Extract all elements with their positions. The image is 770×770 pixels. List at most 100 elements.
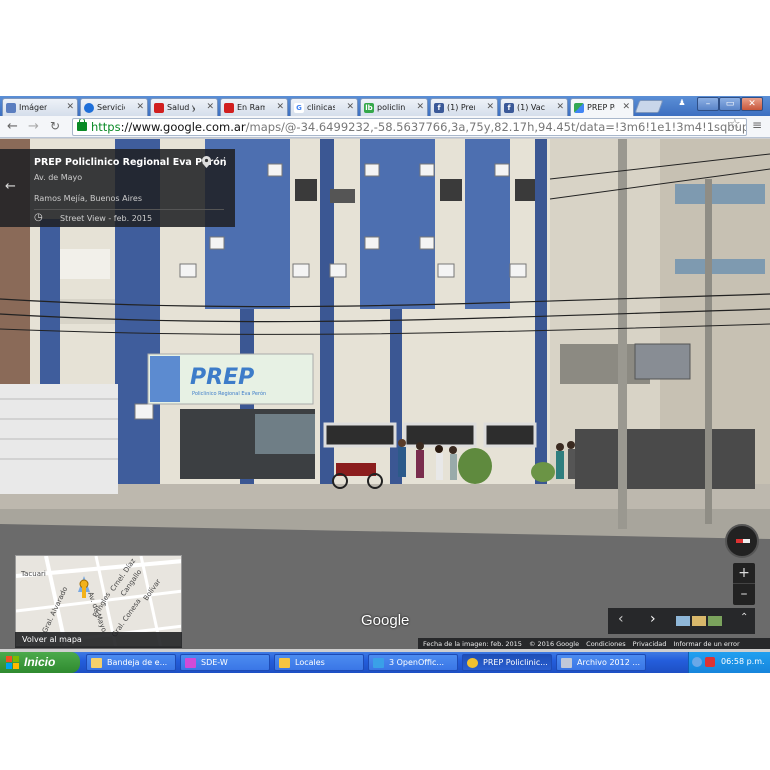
- back-arrow-icon[interactable]: ←: [7, 119, 18, 134]
- taskbar-label: Locales: [295, 658, 325, 667]
- close-tab-icon[interactable]: ✕: [346, 102, 354, 112]
- tab-facebook-2[interactable]: f (1) Vac ✕: [500, 98, 568, 116]
- windows-taskbar: Inicio Bandeja de e... SDE-W Locales 3 O…: [0, 652, 770, 673]
- map-label-tacuari: Tacuari: [21, 570, 46, 578]
- close-tab-icon[interactable]: ✕: [622, 102, 630, 112]
- capture-date[interactable]: Street View - feb. 2015: [60, 214, 152, 223]
- place-locality: Ramos Mejía, Buenos Aires: [34, 194, 142, 203]
- photo-thumbnail[interactable]: [708, 616, 722, 626]
- tab-policlinico[interactable]: lb policlini ✕: [360, 98, 428, 116]
- copyright: © 2016 Google: [528, 640, 580, 648]
- zoom-out-icon[interactable]: –: [733, 584, 755, 605]
- place-street: Av. de Mayo: [34, 173, 83, 182]
- privacy-link[interactable]: Privacidad: [633, 640, 667, 648]
- tab-servicios[interactable]: Servicios ✕: [80, 98, 148, 116]
- compass-icon[interactable]: [725, 524, 759, 558]
- globe-icon: [84, 103, 94, 113]
- folder-icon: [279, 658, 290, 668]
- close-tab-icon[interactable]: ✕: [276, 102, 284, 112]
- openoffice-icon: [373, 658, 384, 668]
- windows-flag-icon: [6, 656, 19, 669]
- taskbar-item-archivo[interactable]: Archivo 2012 ...: [556, 654, 646, 671]
- minimize-button[interactable]: –: [697, 97, 719, 111]
- maximize-button[interactable]: ▭: [719, 97, 741, 111]
- user-icon[interactable]: ♟: [675, 97, 689, 111]
- facebook-icon: f: [434, 103, 444, 113]
- zoom-in-icon[interactable]: +: [733, 563, 755, 584]
- tab-prep-maps[interactable]: PREP Po ✕: [570, 98, 634, 116]
- back-to-map-button[interactable]: Volver al mapa: [15, 632, 182, 648]
- browser-toolbar: ← → ↻ https://www.google.com.ar/maps/@-3…: [0, 116, 770, 138]
- back-arrow-icon[interactable]: ←: [5, 179, 16, 194]
- window-icon: [561, 658, 572, 668]
- tab-label: PREP Po: [587, 103, 615, 112]
- start-label: Inicio: [24, 655, 56, 669]
- news-icon: [224, 103, 234, 113]
- tab-imagenes[interactable]: Imágenes ✕: [2, 98, 78, 116]
- more-options-icon[interactable]: ⋮: [219, 155, 230, 168]
- address-bar[interactable]: https://www.google.com.ar/maps/@-34.6499…: [72, 118, 747, 136]
- google-logo: Google: [361, 612, 410, 629]
- compass-needle: [736, 539, 750, 543]
- tab-salud[interactable]: Salud y ✕: [150, 98, 218, 116]
- image-date: Fecha de la imagen: feb. 2015: [423, 640, 522, 648]
- tab-en-ramos[interactable]: En Ram ✕: [220, 98, 288, 116]
- new-tab-button[interactable]: [634, 100, 664, 113]
- forward-arrow-icon[interactable]: →: [28, 119, 39, 134]
- map-footer: Fecha de la imagen: feb. 2015 © 2016 Goo…: [418, 638, 770, 649]
- taskbar-label: SDE-W: [201, 658, 228, 667]
- clock[interactable]: 06:58 p.m.: [721, 657, 765, 666]
- close-tab-icon[interactable]: ✕: [206, 102, 214, 112]
- close-tab-icon[interactable]: ✕: [66, 102, 74, 112]
- tab-clinicas[interactable]: G clinicas ✕: [290, 98, 358, 116]
- photo-thumbnail[interactable]: [676, 616, 690, 626]
- close-tab-icon[interactable]: ✕: [416, 102, 424, 112]
- next-arrow-icon[interactable]: ›: [650, 611, 656, 627]
- browser-tab-bar: Imágenes ✕ Servicios ✕ Salud y ✕ En Ram …: [0, 96, 770, 116]
- close-tab-icon[interactable]: ✕: [556, 102, 564, 112]
- tray-chevron-icon[interactable]: [692, 657, 702, 667]
- system-tray: 06:58 p.m.: [688, 652, 770, 673]
- expand-chevron-icon[interactable]: ⌃: [740, 612, 748, 623]
- tab-label: (1) Pren: [447, 103, 475, 112]
- taskbar-item-bandeja[interactable]: Bandeja de e...: [86, 654, 176, 671]
- taskbar-item-chrome[interactable]: PREP Policlinic...: [462, 654, 552, 671]
- photo-thumbnail[interactable]: [692, 616, 706, 626]
- url-path: /maps/@-34.6499232,-58.5637766,3a,75y,82…: [245, 120, 747, 134]
- taskbar-label: PREP Policlinic...: [483, 658, 548, 667]
- report-error-link[interactable]: Informar de un error: [673, 640, 739, 648]
- place-info-card: ← PREP Policlinico Regional Eva Perón Av…: [0, 149, 235, 227]
- tab-label: En Ram: [237, 103, 265, 112]
- terms-link[interactable]: Condiciones: [586, 640, 625, 648]
- google-icon: G: [294, 103, 304, 113]
- photo-filmstrip: ‹ › ⌃: [608, 608, 755, 634]
- lb-icon: lb: [364, 103, 374, 113]
- taskbar-label: 3 OpenOffic...: [389, 658, 445, 667]
- menu-icon[interactable]: ≡: [752, 118, 762, 132]
- close-window-button[interactable]: ✕: [741, 97, 763, 111]
- taskbar-label: Archivo 2012 ...: [577, 658, 640, 667]
- place-title[interactable]: PREP Policlinico Regional Eva Perón: [34, 157, 227, 168]
- tab-label: Salud y: [167, 103, 195, 112]
- taskbar-item-openoffice[interactable]: 3 OpenOffic...: [368, 654, 458, 671]
- app-icon: [185, 658, 196, 668]
- bookmark-star-icon[interactable]: ☆: [729, 117, 741, 132]
- previous-arrow-icon[interactable]: ‹: [618, 611, 624, 627]
- news-icon: [154, 103, 164, 113]
- close-tab-icon[interactable]: ✕: [136, 102, 144, 112]
- location-pin-icon[interactable]: [202, 156, 211, 168]
- reload-icon[interactable]: ↻: [50, 119, 60, 133]
- close-tab-icon[interactable]: ✕: [486, 102, 494, 112]
- taskbar-item-locales[interactable]: Locales: [274, 654, 364, 671]
- taskbar-item-sde-w[interactable]: SDE-W: [180, 654, 270, 671]
- street-view-panorama[interactable]: PREP Policlinico Regional Eva Perón ← PR…: [0, 139, 770, 649]
- antivirus-icon[interactable]: [705, 657, 715, 667]
- facebook-icon: f: [504, 103, 514, 113]
- taskbar-label: Bandeja de e...: [107, 658, 168, 667]
- sign-subtext: Policlinico Regional Eva Perón: [192, 390, 266, 397]
- history-clock-icon[interactable]: ◷: [34, 212, 43, 223]
- tab-facebook-1[interactable]: f (1) Pren ✕: [430, 98, 498, 116]
- chrome-icon: [467, 658, 478, 668]
- tab-label: clinicas: [307, 103, 335, 112]
- start-button[interactable]: Inicio: [0, 652, 80, 673]
